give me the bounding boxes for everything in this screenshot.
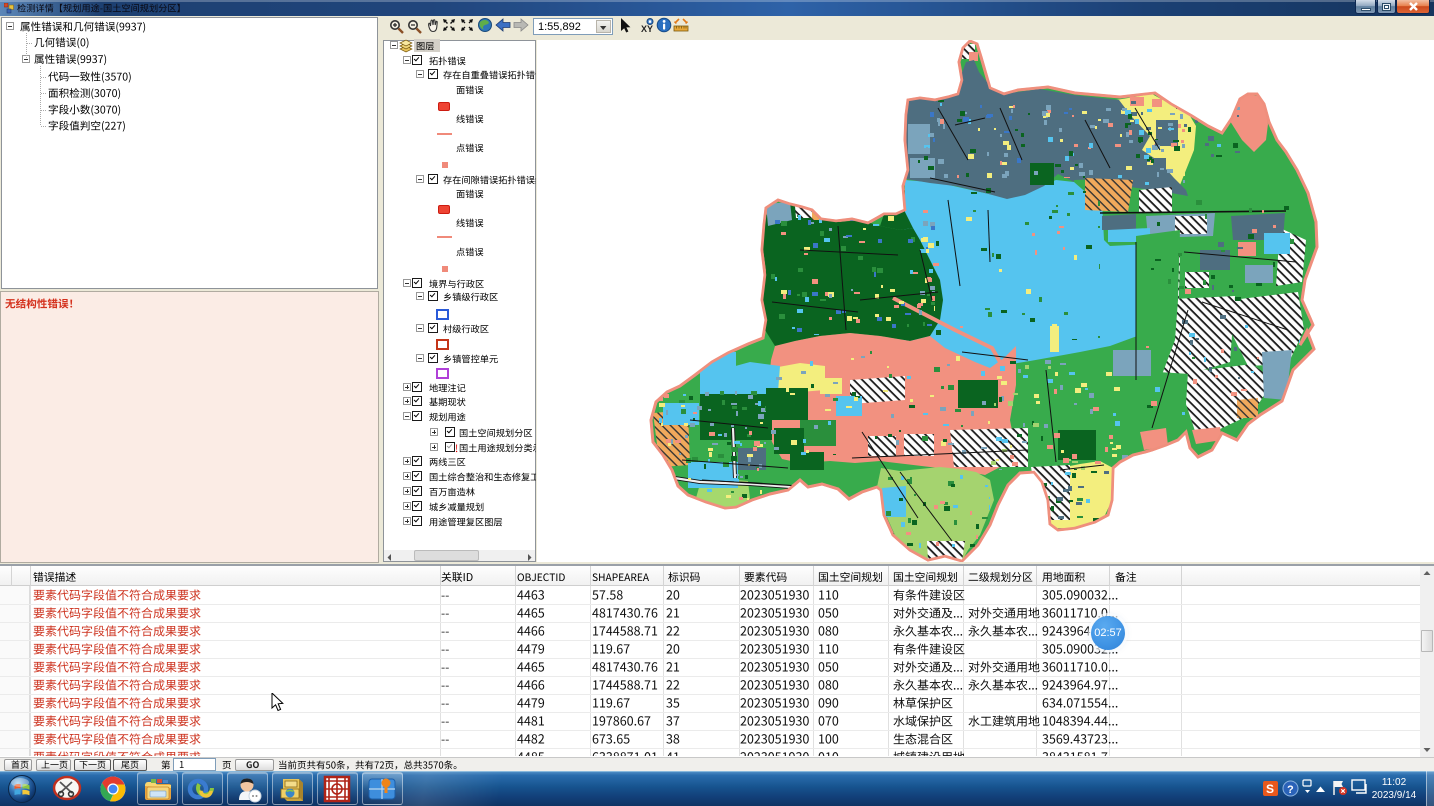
svg-text:XY: XY xyxy=(641,24,653,34)
